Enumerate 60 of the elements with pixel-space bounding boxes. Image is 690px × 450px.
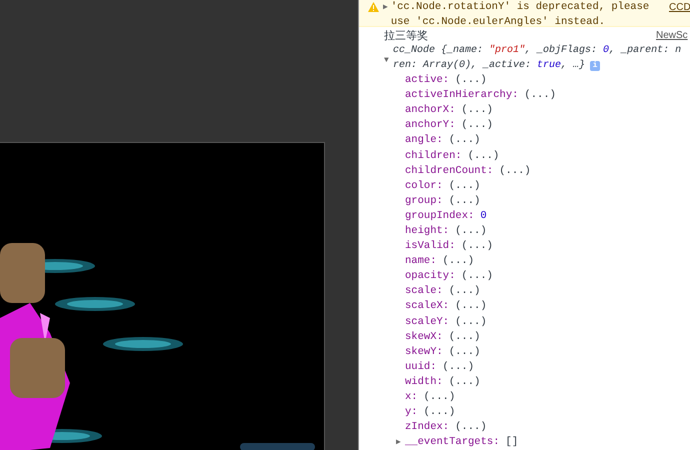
property-name: groupIndex: [405, 208, 474, 224]
property-name: x: [405, 390, 418, 406]
property-name: zIndex: [405, 420, 450, 436]
property-value[interactable]: (...) [461, 239, 493, 254]
property-value[interactable]: (...) [448, 374, 480, 390]
property-name: opacity: [405, 269, 456, 284]
property-name: isValid: [405, 239, 456, 254]
property-value[interactable]: (...) [461, 118, 493, 134]
warning-icon [368, 2, 379, 12]
source-link[interactable]: CCD [669, 0, 690, 15]
property-value[interactable]: (...) [442, 254, 474, 270]
property-name: height: [405, 224, 450, 239]
property-value: [] [506, 435, 518, 450]
expand-arrow[interactable]: ▶ [396, 435, 405, 450]
property-value[interactable]: (...) [448, 133, 480, 148]
property-name: y: [405, 405, 418, 420]
property-value[interactable]: (...) [448, 284, 480, 300]
property-name: width: [405, 374, 443, 390]
property-name: group: [405, 194, 443, 209]
property-value[interactable]: (...) [461, 103, 493, 118]
property-value[interactable]: (...) [448, 178, 480, 194]
property-name: name: [405, 254, 437, 270]
property-value[interactable]: (...) [524, 88, 556, 104]
property-value[interactable]: (...) [455, 224, 487, 239]
property-name: scaleY: [405, 314, 450, 330]
property-name: scale: [405, 284, 443, 300]
property-name: activeInHierarchy: [405, 88, 518, 104]
property-name: skewX: [405, 330, 443, 345]
property-name: children: [405, 148, 462, 164]
property-value[interactable]: (...) [424, 405, 456, 420]
property-name: anchorY: [405, 118, 456, 134]
source-link[interactable]: NewSc [656, 28, 688, 43]
property-value[interactable]: (...) [461, 269, 493, 284]
object-preview-line: cc_Node {_name: "pro1", _objFlags: 0, _parent: n [393, 44, 682, 58]
object-preview-line: ren: Array(0), _active: true, …} [393, 58, 586, 73]
property-value[interactable]: (...) [455, 314, 487, 330]
property-name: scaleX: [405, 299, 450, 314]
property-value[interactable]: (...) [455, 73, 487, 88]
property-value: 0 [480, 208, 487, 224]
property-name: angle: [405, 133, 443, 148]
expand-arrow[interactable]: ▼ [384, 53, 389, 68]
property-value[interactable]: (...) [499, 164, 531, 179]
property-name: anchorX: [405, 103, 456, 118]
log-text: 拉三等奖 [384, 29, 428, 42]
property-value[interactable]: (...) [455, 299, 487, 314]
property-name: skewY: [405, 344, 443, 360]
property-value[interactable]: (...) [442, 360, 474, 375]
property-name: __eventTargets: [405, 435, 500, 450]
property-value[interactable]: (...) [455, 420, 487, 436]
property-name: active: [405, 73, 450, 88]
property-value[interactable]: (...) [468, 148, 500, 164]
property-value[interactable]: (...) [424, 390, 456, 406]
property-value[interactable]: (...) [448, 330, 480, 345]
property-value[interactable]: (...) [448, 194, 480, 209]
property-value[interactable]: (...) [448, 344, 480, 360]
property-name: childrenCount: [405, 164, 494, 179]
expand-arrow[interactable]: ▶ [383, 0, 388, 15]
property-name: uuid: [405, 360, 437, 375]
property-name: color: [405, 178, 443, 194]
warning-text: 'cc.Node.rotationY' is deprecated, please use 'cc.Node.eulerAngles' instead. [390, 0, 650, 30]
